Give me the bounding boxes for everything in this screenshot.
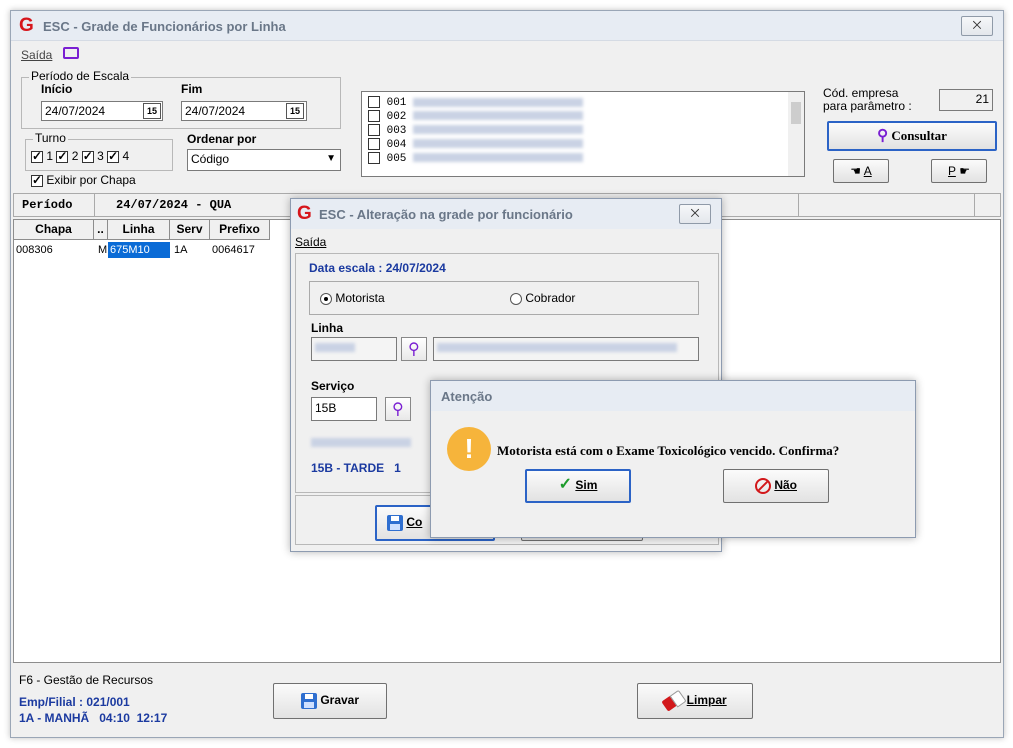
main-window-title: ESC - Grade de Funcionários por Linha (43, 19, 286, 34)
linhas-list[interactable]: 001 002 003 004 005 (361, 91, 805, 177)
funcao-radio-group: Motorista Cobrador (309, 281, 699, 315)
turno-1-checkbox[interactable] (31, 149, 43, 163)
monitor-icon[interactable] (63, 47, 79, 59)
emp-filial: Emp/Filial : 021/001 (19, 695, 130, 709)
scrollbar-thumb[interactable] (791, 102, 801, 124)
cell-chapa: 008306 (16, 244, 53, 256)
periodo-bar-divider (798, 194, 799, 216)
alteracao-close-button[interactable]: ⨉ (679, 204, 711, 224)
app-logo-icon: G (297, 203, 312, 224)
servico-search-button[interactable]: ⚲ (385, 397, 411, 421)
exibir-chapa-label: Exibir por Chapa (46, 173, 136, 187)
turno-3-label: 3 (97, 149, 104, 163)
search-icon: ⚲ (877, 128, 889, 144)
turno-group-label: Turno (33, 131, 68, 145)
floppy-disk-icon (300, 692, 317, 709)
inicio-label: Início (41, 82, 73, 96)
turno-1-label: 1 (46, 149, 54, 163)
alteracao-menu-saida[interactable]: Saída (295, 235, 326, 249)
cell-serv: 1A (174, 244, 188, 256)
linha-label: Linha (311, 321, 343, 335)
col-header-linha[interactable]: Linha (108, 220, 170, 240)
menu-saida[interactable]: Saída (21, 48, 52, 62)
inicio-calendar-icon[interactable]: 15 (143, 103, 161, 119)
atencao-message: Motorista está com o Exame Toxicológico … (497, 443, 840, 458)
linha-descricao (433, 337, 699, 361)
hand-left-icon: ☚ (850, 164, 862, 178)
turno-4-label: 4 (122, 149, 130, 163)
periodo-bar-label: Período (22, 198, 73, 212)
warning-icon: ! (447, 427, 491, 471)
floppy-disk-icon (387, 514, 403, 531)
nao-button[interactable]: Não (723, 469, 829, 503)
periodo-group-label: Período de Escala (29, 69, 132, 83)
radio-motorista[interactable]: Motorista (320, 291, 385, 305)
ordenar-label: Ordenar por (187, 132, 257, 146)
list-item[interactable]: 002 (368, 109, 798, 124)
alteracao-titlebar[interactable]: G ESC - Alteração na grade por funcionár… (291, 199, 721, 229)
checkmark-icon: ✓ (558, 476, 573, 493)
list-item[interactable]: 004 (368, 137, 798, 152)
servico-label: Serviço (311, 379, 355, 393)
chevron-down-icon: ▼ (326, 153, 336, 164)
nav-p-button[interactable]: P ☛ (931, 159, 987, 183)
cell-prefixo: 0064617 (212, 244, 255, 256)
search-icon: ⚲ (408, 341, 420, 358)
sim-button[interactable]: ✓ Sim (525, 469, 631, 503)
radio-cobrador[interactable]: Cobrador (510, 291, 575, 305)
servico-info: 15B - TARDE 1 (311, 461, 401, 475)
fim-calendar-icon[interactable]: 15 (286, 103, 304, 119)
app-logo-icon: G (19, 15, 34, 36)
cod-empresa-label: Cód. empresa para parâmetro : (823, 86, 912, 113)
exibir-chapa-checkbox[interactable] (31, 173, 43, 187)
exibir-chapa: Exibir por Chapa (31, 173, 136, 187)
nav-a-button[interactable]: ☚ A (833, 159, 889, 183)
turno-2-checkbox[interactable] (56, 149, 69, 163)
limpar-button[interactable]: Limpar (637, 683, 753, 719)
periodo-bar-divider (94, 194, 95, 216)
table-row[interactable]: 008306 M 675M10 1A 0064617 (14, 242, 270, 258)
linha-search-button[interactable]: ⚲ (401, 337, 427, 361)
turno-info: 1A - MANHÃ 04:10 12:17 (19, 711, 168, 725)
hand-right-icon: ☛ (959, 164, 970, 178)
cell-linha-selected[interactable]: 675M10 (108, 242, 170, 258)
turno-2-label: 2 (71, 149, 79, 163)
turno-3-checkbox[interactable] (81, 149, 94, 163)
cell-flag: M (98, 244, 108, 256)
list-scrollbar[interactable] (788, 92, 804, 176)
main-close-button[interactable]: ⨉ (961, 16, 993, 36)
consultar-button[interactable]: ⚲ Consultar (827, 121, 997, 151)
fim-label: Fim (181, 82, 203, 96)
ordenar-select[interactable]: Código ▼ (187, 149, 341, 171)
list-item[interactable]: 003 (368, 123, 798, 138)
funcionario-nome (311, 435, 411, 449)
list-item[interactable]: 001 (368, 96, 798, 110)
search-icon: ⚲ (392, 401, 404, 418)
alteracao-title: ESC - Alteração na grade por funcionário (319, 207, 573, 222)
gravar-button[interactable]: Gravar (273, 683, 387, 719)
list-item[interactable]: 005 (368, 151, 798, 166)
col-header-chapa[interactable]: Chapa (14, 220, 94, 240)
col-header-prefixo[interactable]: Prefixo (210, 220, 270, 240)
prohibited-icon (754, 477, 771, 494)
periodo-bar-value: 24/07/2024 - QUA (116, 198, 232, 212)
data-escala: Data escala : 24/07/2024 (309, 261, 446, 275)
eraser-icon (662, 690, 685, 711)
periodo-bar-divider (974, 194, 975, 216)
atencao-titlebar[interactable]: Atenção (431, 381, 915, 411)
atencao-title: Atenção (441, 389, 493, 404)
f6-hint: F6 - Gestão de Recursos (19, 673, 154, 687)
linha-input[interactable] (311, 337, 397, 361)
turno-checkboxes: 1 2 3 4 (31, 149, 129, 163)
servico-input[interactable]: 15B (311, 397, 377, 421)
atencao-dialog: Atenção ! Motorista está com o Exame Tox… (430, 380, 916, 538)
col-header-serv[interactable]: Serv (170, 220, 210, 240)
col-header-flag[interactable]: .. (94, 220, 108, 240)
turno-4-checkbox[interactable] (107, 149, 120, 163)
cod-empresa-field: 21 (939, 89, 993, 111)
main-titlebar[interactable]: G ESC - Grade de Funcionários por Linha … (11, 11, 1003, 41)
